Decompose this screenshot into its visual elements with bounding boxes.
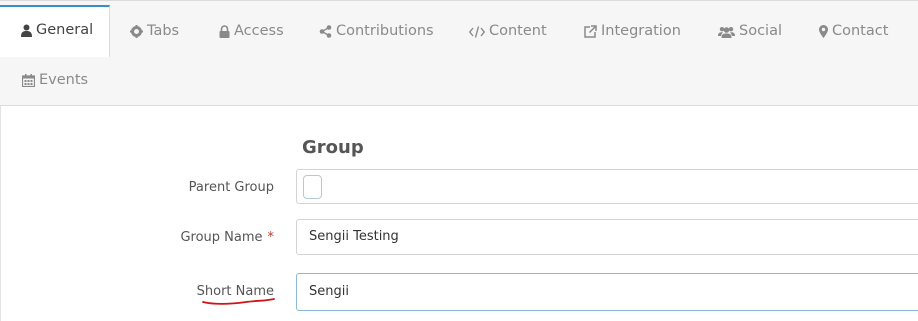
tab-bar: General Tabs Access Contributions Conten… — [0, 0, 918, 106]
lock-icon — [219, 25, 230, 38]
map-marker-icon — [819, 25, 828, 38]
external-link-icon — [584, 25, 597, 38]
required-asterisk: * — [267, 230, 275, 245]
parent-group-empty-tag — [303, 175, 322, 199]
tab-label: Access — [234, 23, 284, 39]
tab-label: General — [36, 22, 94, 38]
tab-contributions[interactable]: Contributions — [319, 7, 434, 56]
users-icon — [718, 26, 735, 38]
tab-access[interactable]: Access — [219, 7, 284, 56]
tab-label: Integration — [601, 23, 681, 39]
share-icon — [319, 25, 332, 38]
group-name-label-text: Group Name — [180, 230, 263, 245]
group-name-input[interactable]: Sengii Testing — [296, 219, 918, 255]
tab-label: Tabs — [147, 23, 180, 39]
tab-label: Social — [739, 23, 782, 39]
short-name-input[interactable]: Sengii — [296, 273, 918, 311]
tab-tabs[interactable]: Tabs — [130, 7, 179, 56]
tab-contact[interactable]: Contact — [819, 7, 888, 56]
tab-label: Events — [39, 72, 89, 88]
code-icon — [469, 25, 485, 38]
section-title: Group — [302, 137, 364, 158]
tab-events[interactable]: Events — [22, 56, 88, 105]
parent-group-label: Parent Group — [188, 180, 274, 195]
tab-social[interactable]: Social — [718, 7, 782, 56]
user-icon — [21, 24, 32, 37]
gear-icon — [130, 25, 143, 38]
calendar-icon — [22, 74, 35, 87]
tab-label: Contributions — [336, 23, 434, 39]
tab-integration[interactable]: Integration — [584, 7, 681, 56]
tab-content[interactable]: Content — [469, 7, 547, 56]
group-name-label: Group Name * — [180, 230, 274, 245]
tab-general[interactable]: General — [0, 5, 110, 57]
tab-label: Contact — [832, 23, 889, 39]
tab-label: Content — [489, 23, 547, 39]
parent-group-select[interactable] — [296, 169, 918, 204]
handwritten-underline — [202, 298, 275, 305]
